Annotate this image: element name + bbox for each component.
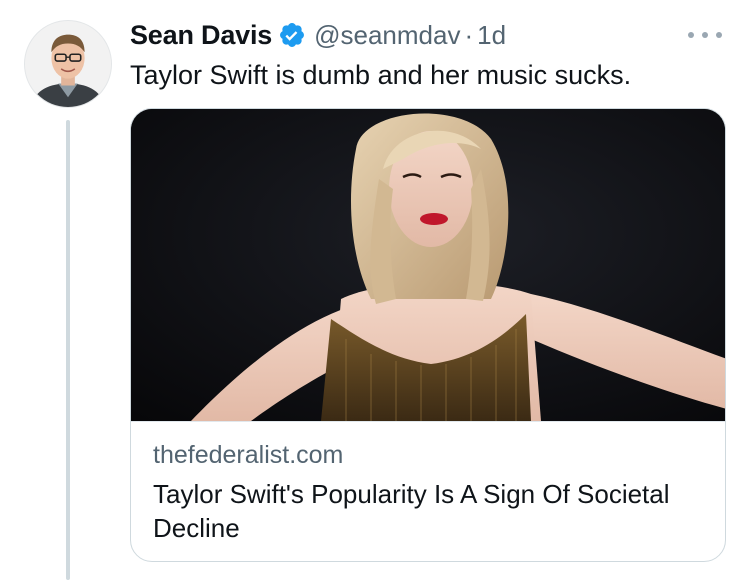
tweet-header: Sean Davis @seanmdav · 1d xyxy=(130,18,506,52)
tweet[interactable]: Sean Davis @seanmdav · 1d Taylor Swift i… xyxy=(0,0,750,580)
more-options-icon[interactable] xyxy=(688,22,722,48)
card-domain: thefederalist.com xyxy=(153,441,344,469)
timestamp[interactable]: 1d xyxy=(477,20,506,51)
avatar-image xyxy=(25,21,111,107)
thread-connector-line xyxy=(66,120,70,580)
card-image xyxy=(131,109,725,421)
author-display-name[interactable]: Sean Davis xyxy=(130,20,272,51)
author-handle[interactable]: @seanmdav xyxy=(314,20,460,51)
avatar[interactable] xyxy=(24,20,112,108)
card-title[interactable]: Taylor Swift's Popularity Is A Sign Of S… xyxy=(153,477,693,545)
link-preview-card[interactable]: thefederalist.com Taylor Swift's Popular… xyxy=(130,108,726,562)
verified-badge-icon xyxy=(278,21,306,49)
tweet-text: Taylor Swift is dumb and her music sucks… xyxy=(130,60,632,90)
card-divider xyxy=(131,421,725,422)
separator-dot: · xyxy=(464,19,474,50)
